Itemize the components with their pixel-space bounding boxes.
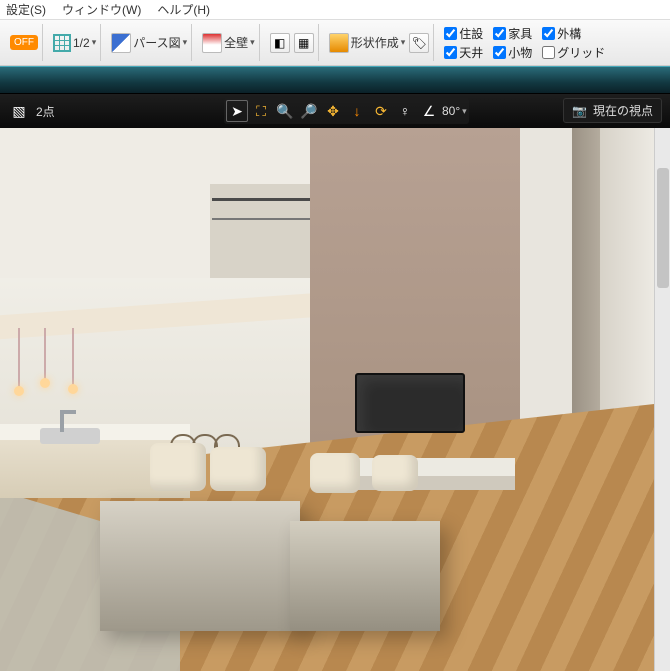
panel-title-bar	[0, 66, 670, 94]
perspective-icon	[111, 33, 131, 53]
plan-icon[interactable]: ▧	[8, 100, 30, 122]
camera-icon: 📷	[572, 104, 587, 118]
angle-dropdown-icon[interactable]: ▾	[462, 106, 467, 117]
chk-grid[interactable]: グリッド	[542, 44, 605, 61]
camera-viewpoint-label: 現在の視点	[593, 102, 653, 119]
snap-toggle[interactable]: OFF	[10, 35, 38, 50]
chk-exterior[interactable]: 外構	[542, 25, 605, 42]
angle-icon[interactable]: ∠	[418, 100, 440, 122]
shape-create-dropdown[interactable]: 形状作成	[329, 33, 406, 53]
view-mode-dropdown[interactable]: パース図	[111, 33, 187, 53]
camera-viewpoint-dropdown[interactable]: 📷 現在の視点	[563, 98, 662, 123]
viewport-toolbar: ▧ 2点 ➤ ⛶ 🔍 🔎 ✥ ↓ ⟳ ♀ ∠ 80° ▾ 📷 現在の視点	[0, 94, 670, 128]
grid-scale-label: 1/2	[73, 36, 90, 50]
tool-button-2[interactable]: ▦	[294, 33, 314, 53]
view-tool-cluster: ➤ ⛶ 🔍 🔎 ✥ ↓ ⟳ ♀ ∠ 80° ▾	[224, 98, 469, 124]
chk-accessory[interactable]: 小物	[493, 44, 532, 61]
render-rail2	[212, 218, 312, 220]
pan-icon[interactable]: ✥	[322, 100, 344, 122]
render-rail	[212, 198, 312, 201]
angle-value: 80°	[442, 104, 460, 118]
chk-equipment[interactable]: 住設	[444, 25, 483, 42]
zoom-in-icon[interactable]: 🔍	[274, 100, 296, 122]
visibility-checkbox-grid: 住設 家具 外構 天井 小物 グリッド	[444, 25, 605, 61]
wall-mode-label: 全壁	[224, 34, 248, 51]
viewport-scrollbar[interactable]	[654, 128, 670, 671]
render-sink	[40, 428, 100, 444]
shape-create-label: 形状作成	[351, 34, 399, 51]
grid-icon	[53, 34, 71, 52]
scrollbar-thumb[interactable]	[657, 168, 669, 288]
wall-mode-dropdown[interactable]: 全壁	[202, 33, 255, 53]
menu-help[interactable]: ヘルプ(H)	[157, 1, 210, 18]
menu-window[interactable]: ウィンドウ(W)	[62, 1, 141, 18]
main-toolbar: OFF 1/2 パース図 全壁 ◧ ▦ 形状作成 🏷 住設 家具 外構	[0, 20, 670, 66]
3d-viewport[interactable]	[0, 128, 670, 671]
light-icon[interactable]: ♀	[394, 100, 416, 122]
render-pendant-3	[72, 328, 74, 386]
render-pendant-1	[18, 328, 20, 388]
perspective-points-label[interactable]: 2点	[36, 103, 55, 120]
wall-icon	[202, 33, 222, 53]
fit-view-icon[interactable]: ⛶	[250, 100, 272, 122]
render-pendant-2	[44, 328, 46, 380]
menu-settings[interactable]: 設定(S)	[6, 1, 46, 18]
zoom-out-icon[interactable]: 🔎	[298, 100, 320, 122]
render-tv	[355, 373, 465, 433]
down-arrow-icon[interactable]: ↓	[346, 100, 368, 122]
view-mode-label: パース図	[133, 34, 180, 51]
grid-scale-dropdown[interactable]: 1/2	[53, 34, 96, 52]
tag-button[interactable]: 🏷	[409, 33, 429, 53]
chk-furniture[interactable]: 家具	[493, 25, 532, 42]
chk-ceiling[interactable]: 天井	[444, 44, 483, 61]
select-tool-icon[interactable]: ➤	[226, 100, 248, 122]
render-sofa	[100, 461, 440, 631]
tool-button-1[interactable]: ◧	[270, 33, 290, 53]
shape-icon	[329, 33, 349, 53]
menu-bar: 設定(S) ウィンドウ(W) ヘルプ(H)	[0, 0, 670, 20]
render-faucet	[60, 410, 64, 432]
orbit-icon[interactable]: ⟳	[370, 100, 392, 122]
